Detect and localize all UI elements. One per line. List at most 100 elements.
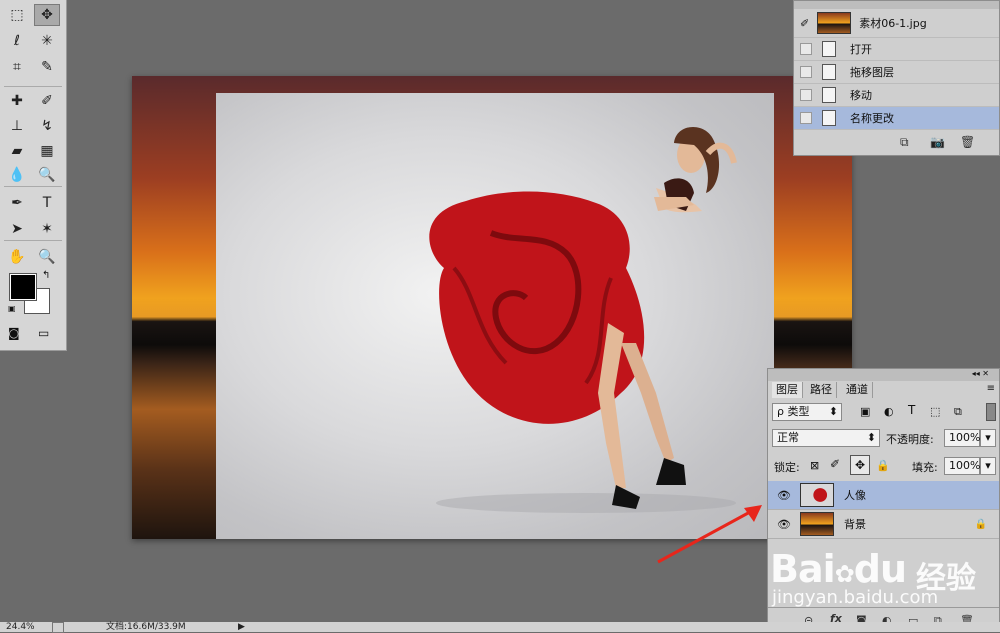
history-panel-header	[794, 1, 999, 9]
zoom-icon[interactable]: 🔍	[34, 246, 60, 268]
history-item-label: 拖移图层	[850, 66, 894, 79]
history-checkbox[interactable]	[800, 89, 812, 101]
history-item[interactable]: 名称更改	[794, 107, 999, 130]
layer-name[interactable]: 人像	[844, 487, 866, 503]
history-checkbox[interactable]	[800, 112, 812, 124]
lock-paint-icon[interactable]: ✐	[830, 457, 840, 471]
layer-lock-icon: 🔒	[974, 518, 987, 530]
crop-icon[interactable]: ⌗	[4, 56, 30, 78]
layer-row[interactable]: 👁 背景 🔒	[768, 510, 999, 539]
history-checkbox[interactable]	[800, 43, 812, 55]
layer-row[interactable]: 👁 人像	[768, 481, 999, 510]
shape-icon[interactable]: ✶	[34, 218, 60, 240]
filter-pixel-icon[interactable]: ▣	[860, 405, 870, 418]
history-brush-source-icon[interactable]: ✐	[800, 17, 809, 30]
fill-input[interactable]: 100%	[944, 457, 980, 475]
fill-dropdown[interactable]: ▾	[980, 457, 996, 475]
foreground-color-swatch[interactable]	[9, 273, 37, 301]
eyedropper-icon[interactable]: ✎	[34, 56, 60, 78]
history-snapshot[interactable]: ✐ 素材06-1.jpg	[794, 9, 999, 38]
filter-type-select[interactable]: ρ 类型 ⬍	[772, 403, 842, 421]
opacity-dropdown[interactable]: ▾	[980, 429, 996, 447]
pen-icon[interactable]: ✒	[4, 192, 30, 214]
watermark-url: jingyan.baidu.com	[772, 587, 939, 608]
new-document-icon[interactable]: ⧉	[900, 135, 909, 150]
tab-0[interactable]: 图层	[772, 382, 803, 398]
snapshot-label: 素材06-1.jpg	[859, 17, 927, 30]
portrait-layer[interactable]	[216, 93, 852, 539]
visibility-eye-icon[interactable]: 👁	[776, 518, 792, 531]
move-icon[interactable]: ✥	[34, 4, 60, 26]
lock-label: 锁定:	[774, 461, 800, 474]
layers-panel-header: ◂◂ ✕	[768, 369, 999, 381]
filter-shape-icon[interactable]: ⬚	[930, 405, 940, 418]
history-item-label: 打开	[850, 43, 872, 56]
rect-marquee-icon[interactable]: ⬚	[4, 4, 30, 26]
history-state-icon	[822, 41, 836, 57]
type-icon[interactable]: T	[34, 192, 60, 214]
tools-separator	[4, 186, 62, 187]
history-brush-icon[interactable]: ↯	[34, 115, 60, 137]
history-footer: ⧉ 📷 🗑	[794, 129, 999, 155]
status-bar: 24.4% 文档:16.6M/33.9M ▶	[0, 622, 1000, 633]
watermark-brand: Bai✿du	[770, 547, 907, 591]
healing-brush-icon[interactable]: ✚	[4, 90, 30, 112]
tools-panel: ⬚ ✥ ℓ ✳ ⌗ ✎ ✚ ✐ ⊥ ↯ ▰ ▦ 💧 🔍 ✒ T ➤ ✶ ✋ 🔍 ↰ ▣ ◙ ▭	[0, 0, 67, 351]
history-state-icon	[822, 87, 836, 103]
history-item-label: 移动	[850, 89, 872, 102]
quick-mask-icon[interactable]: ◙	[8, 326, 20, 340]
filter-smart-icon[interactable]: ⧉	[954, 405, 962, 419]
screen-mode-icon[interactable]: ▭	[38, 326, 49, 340]
layer-thumbnail	[800, 512, 834, 536]
history-state-icon	[822, 64, 836, 80]
status-menu-arrow-icon[interactable]: ▶	[238, 622, 245, 632]
history-item[interactable]: 移动	[794, 84, 999, 107]
collapse-icon[interactable]: ◂◂ ✕	[972, 369, 989, 378]
magic-wand-icon[interactable]: ✳	[34, 30, 60, 52]
snapshot-thumbnail	[817, 12, 852, 34]
layer-thumbnail	[800, 483, 834, 507]
blend-mode-select[interactable]: 正常 ⬍	[772, 429, 880, 447]
lock-transparent-icon[interactable]: ⊠	[810, 459, 819, 472]
filter-adjust-icon[interactable]: ◐	[884, 405, 894, 418]
filter-type-icon[interactable]: T	[908, 403, 915, 417]
document-canvas[interactable]	[132, 76, 852, 539]
hand-icon[interactable]: ✋	[4, 246, 30, 268]
fill-label: 填充:	[912, 461, 938, 474]
lasso-icon[interactable]: ℓ	[4, 30, 30, 52]
panel-menu-icon[interactable]: ≡	[987, 383, 995, 394]
visibility-eye-icon[interactable]: 👁	[776, 489, 792, 502]
path-select-icon[interactable]: ➤	[4, 218, 30, 240]
zoom-level[interactable]: 24.4%	[6, 622, 35, 632]
eraser-icon[interactable]: ▰	[4, 140, 30, 162]
opacity-label: 不透明度:	[886, 433, 934, 446]
brush-icon[interactable]: ✐	[34, 90, 60, 112]
dodge-icon[interactable]: 🔍	[34, 164, 60, 186]
delete-icon[interactable]: 🗑	[960, 135, 975, 149]
history-item[interactable]: 打开	[794, 38, 999, 61]
swap-colors-icon[interactable]: ↰	[42, 270, 50, 281]
tab-2[interactable]: 通道	[842, 382, 873, 398]
default-colors-icon[interactable]: ▣	[8, 304, 16, 313]
history-state-icon	[822, 110, 836, 126]
lock-all-icon[interactable]: 🔒	[876, 459, 890, 472]
gradient-icon[interactable]: ▦	[34, 140, 60, 162]
status-export-icon[interactable]	[52, 622, 64, 633]
tab-1[interactable]: 路径	[806, 382, 837, 398]
tools-separator	[4, 240, 62, 241]
history-panel: ✐ 素材06-1.jpg 打开拖移图层移动名称更改 ⧉ 📷 🗑	[793, 0, 1000, 156]
filter-toggle[interactable]	[986, 403, 996, 421]
history-item-label: 名称更改	[850, 112, 894, 125]
tools-separator	[4, 86, 62, 87]
baidu-jingyan-watermark: Bai✿du 经验 jingyan.baidu.com	[770, 545, 1000, 615]
paw-icon: ✿	[834, 560, 855, 588]
layer-name[interactable]: 背景	[844, 516, 866, 532]
clone-stamp-icon[interactable]: ⊥	[4, 115, 30, 137]
opacity-input[interactable]: 100%	[944, 429, 980, 447]
blur-icon[interactable]: 💧	[4, 164, 30, 186]
history-checkbox[interactable]	[800, 66, 812, 78]
lock-position-icon[interactable]: ✥	[850, 455, 870, 475]
snapshot-camera-icon[interactable]: 📷	[930, 135, 945, 149]
dancer-image	[429, 126, 737, 513]
history-item[interactable]: 拖移图层	[794, 61, 999, 84]
